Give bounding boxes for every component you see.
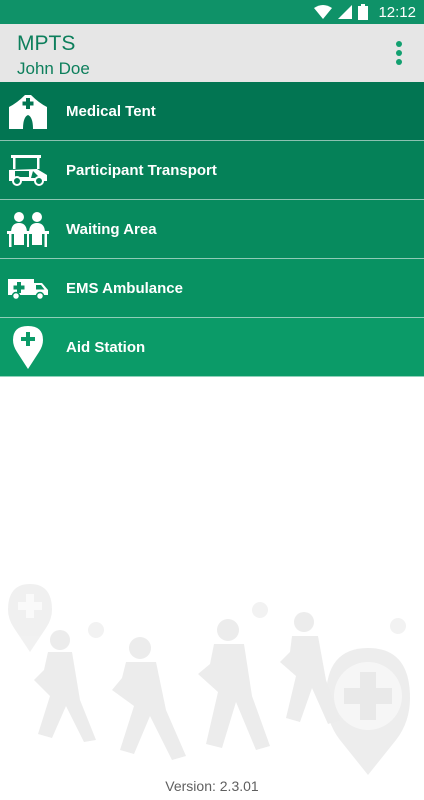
menu-item-label: Aid Station <box>66 338 146 356</box>
menu-item-label: EMS Ambulance <box>66 279 183 297</box>
menu-item-label: Participant Transport <box>66 161 217 179</box>
menu-item-aid-station[interactable]: Aid Station <box>0 318 424 377</box>
map-pin-plus-icon <box>13 326 43 369</box>
wifi-icon <box>314 5 333 19</box>
menu-item-ems-ambulance[interactable]: EMS Ambulance <box>0 259 424 318</box>
status-icons: 12:12 <box>314 0 416 24</box>
cell-signal-icon <box>338 5 353 19</box>
user-name: John Doe <box>17 59 90 78</box>
overflow-menu-icon[interactable] <box>390 39 408 67</box>
battery-icon <box>358 4 369 20</box>
menu-item-medical-tent[interactable]: Medical Tent <box>0 82 424 141</box>
app-bar: MPTS John Doe <box>0 24 424 82</box>
ambulance-icon <box>8 279 48 301</box>
menu-item-waiting-area[interactable]: Waiting Area <box>0 200 424 259</box>
runners-background-illustration <box>8 584 410 775</box>
status-time: 12:12 <box>378 3 416 21</box>
menu-item-participant-transport[interactable]: Participant Transport <box>0 141 424 200</box>
medical-tent-icon <box>9 95 47 129</box>
menu-item-label: Medical Tent <box>66 102 156 120</box>
golf-cart-icon <box>9 155 47 186</box>
app-version: Version: 2.3.01 <box>165 778 259 794</box>
menu-item-label: Waiting Area <box>66 220 157 238</box>
status-bar: 12:12 <box>0 0 424 24</box>
main-menu: Medical Tent Participant Transport Waiti… <box>0 82 424 377</box>
waiting-area-icon <box>7 212 49 247</box>
app-title: MPTS <box>17 32 76 55</box>
